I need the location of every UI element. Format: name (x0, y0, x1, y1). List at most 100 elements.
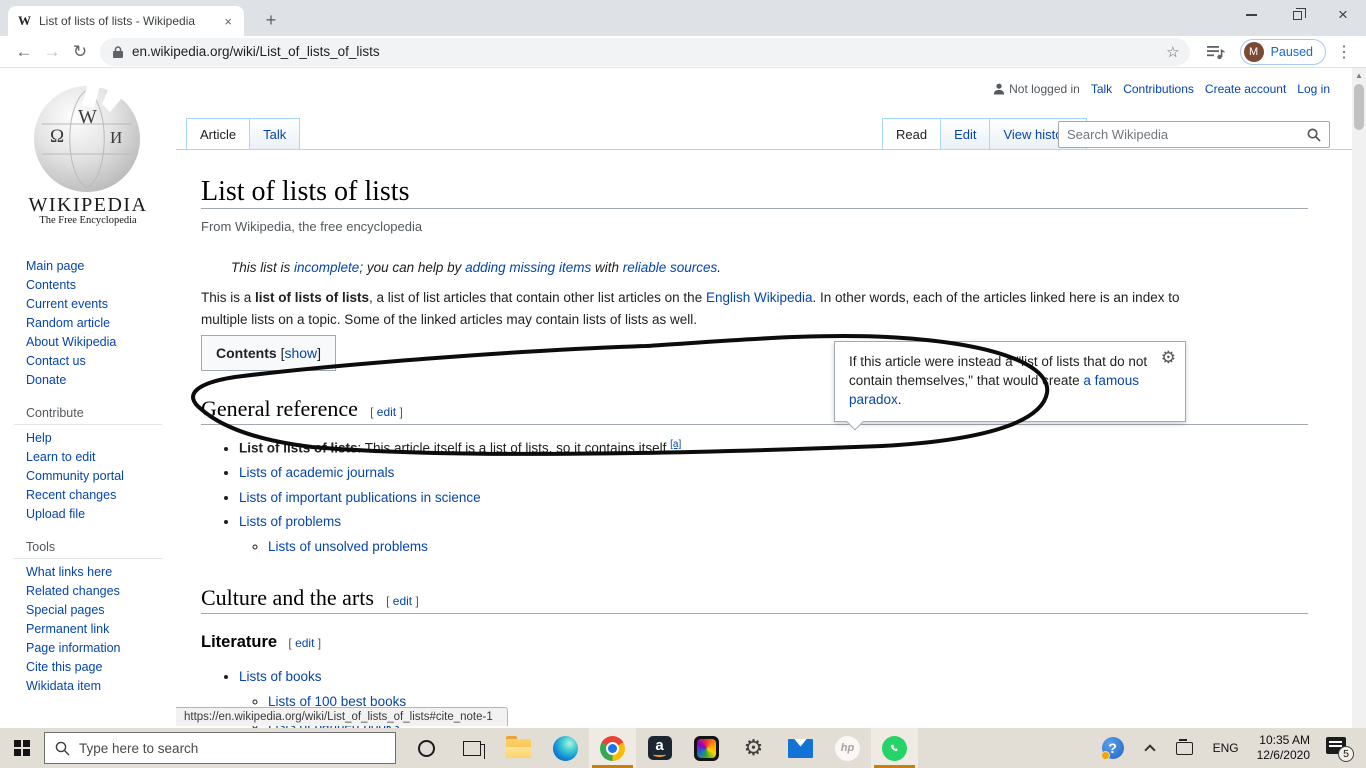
sidebar-item-permanent-link[interactable]: Permanent link (0, 620, 176, 639)
list-item[interactable]: Lists of important publications in scien… (239, 486, 1308, 511)
task-view-icon[interactable] (463, 741, 481, 756)
subsection-heading-literature: Literature [ edit ] (201, 632, 1308, 653)
whatsapp-phone-icon (887, 741, 902, 756)
scroll-up-arrow-icon[interactable]: ▲ (1352, 68, 1366, 80)
url-text: en.wikipedia.org/wiki/List_of_lists_of_l… (132, 44, 1166, 59)
language-indicator[interactable]: ENG (1213, 741, 1239, 755)
reload-button[interactable]: ↻ (66, 42, 94, 62)
start-button[interactable] (0, 728, 44, 768)
back-button[interactable]: ← (10, 42, 38, 62)
sidebar-item-related-changes[interactable]: Related changes (0, 582, 176, 601)
list-item[interactable]: Lists of problems Lists of unsolved prob… (239, 510, 1308, 559)
action-center-icon[interactable]: 5 (1326, 737, 1352, 759)
wikipedia-wordmark[interactable]: WIKIPEDIA (0, 194, 176, 217)
hp-icon[interactable]: hp (824, 728, 871, 768)
personal-talk-link[interactable]: Talk (1091, 82, 1112, 96)
settings-gear-icon[interactable]: ⚙ (730, 728, 777, 768)
profile-button[interactable]: M Paused (1240, 39, 1326, 65)
tab-talk[interactable]: Talk (249, 118, 300, 150)
edit-link-culture[interactable]: edit (393, 594, 412, 608)
edge-icon[interactable] (542, 728, 589, 768)
sidebar-item-community-portal[interactable]: Community portal (0, 467, 176, 486)
sidebar-item-contact-us[interactable]: Contact us (0, 352, 176, 371)
mail-icon[interactable] (777, 728, 824, 768)
sidebar-item-recent-changes[interactable]: Recent changes (0, 486, 176, 505)
incomplete-link[interactable]: incomplete (294, 260, 359, 275)
sidebar-item-random-article[interactable]: Random article (0, 314, 176, 333)
edit-link-general[interactable]: edit (377, 405, 396, 419)
user-icon (993, 83, 1005, 95)
chrome-icon[interactable] (589, 728, 636, 768)
media-controls-icon[interactable] (1206, 43, 1226, 61)
puzzle-game-icon[interactable] (683, 728, 730, 768)
sidebar-item-current-events[interactable]: Current events (0, 295, 176, 314)
tab-close-icon[interactable]: × (220, 14, 236, 29)
sidebar-item-help[interactable]: Help (0, 429, 176, 448)
edit-link-literature[interactable]: edit (295, 636, 314, 650)
personal-create-account-link[interactable]: Create account (1205, 82, 1286, 96)
tray-date: 12/6/2020 (1257, 748, 1310, 763)
sidebar-item-about-wikipedia[interactable]: About Wikipedia (0, 333, 176, 352)
wikipedia-globe-logo[interactable]: Ω W И (34, 86, 140, 192)
tray-time: 10:35 AM (1257, 733, 1310, 748)
whatsapp-icon[interactable] (871, 728, 918, 768)
sidebar-item-what-links-here[interactable]: What links here (0, 563, 176, 582)
sidebar-item-learn-to-edit[interactable]: Learn to edit (0, 448, 176, 467)
footnote-preview-tooltip: ⚙ If this article were instead a "list o… (834, 341, 1186, 422)
window-minimize-button[interactable] (1228, 0, 1274, 30)
adding-missing-items-link[interactable]: adding missing items (465, 260, 591, 275)
browser-menu-icon[interactable]: ⋮ (1332, 42, 1356, 62)
window-controls: × (1228, 0, 1366, 30)
touch-keyboard-icon[interactable] (1176, 742, 1193, 755)
sidebar-nav-group: Main page Contents Current events Random… (0, 257, 176, 390)
wiki-search-input[interactable] (1067, 127, 1307, 142)
help-tray-icon[interactable]: ? (1102, 737, 1124, 759)
english-wikipedia-link[interactable]: English Wikipedia (706, 290, 813, 305)
clock[interactable]: 10:35 AM 12/6/2020 (1257, 733, 1310, 763)
tab-read[interactable]: Read (882, 118, 940, 150)
file-explorer-icon[interactable] (495, 728, 542, 768)
sidebar-item-main-page[interactable]: Main page (0, 257, 176, 276)
search-icon[interactable] (1307, 128, 1321, 142)
wiki-search-box[interactable] (1058, 121, 1330, 148)
wikipedia-sidebar: Ω W И WIKIPEDIA The Free Encyclopedia Ma… (0, 68, 176, 728)
window-restore-button[interactable] (1274, 0, 1320, 30)
minimize-icon (1246, 14, 1257, 16)
view-tabs: Read Edit View history (882, 118, 1087, 150)
taskbar-search-box[interactable] (44, 732, 396, 764)
taskbar-search-input[interactable] (79, 741, 385, 756)
cortana-icon[interactable] (418, 740, 435, 757)
restore-icon (1293, 11, 1302, 20)
sidebar-item-special-pages[interactable]: Special pages (0, 601, 176, 620)
sidebar-contribute-group: Help Learn to edit Community portal Rece… (0, 429, 176, 524)
amazon-icon[interactable]: a (636, 728, 683, 768)
tooltip-settings-gear-icon[interactable]: ⚙ (1161, 349, 1176, 366)
namespace-tabs: Article Talk (186, 118, 300, 150)
forward-button[interactable]: → (38, 42, 66, 62)
new-tab-button[interactable]: + (258, 8, 284, 34)
browser-tab[interactable]: W List of lists of lists - Wikipedia × (8, 6, 244, 36)
personal-contributions-link[interactable]: Contributions (1123, 82, 1194, 96)
scrollbar[interactable]: ▲ (1352, 68, 1366, 728)
footnote-a-link[interactable]: [a] (670, 439, 681, 450)
reliable-sources-link[interactable]: reliable sources (623, 260, 718, 275)
sidebar-item-upload-file[interactable]: Upload file (0, 505, 176, 524)
windows-logo-icon (14, 740, 30, 756)
scrollbar-thumb[interactable] (1354, 84, 1364, 130)
sidebar-item-donate[interactable]: Donate (0, 371, 176, 390)
personal-login-link[interactable]: Log in (1297, 82, 1330, 96)
sidebar-item-page-information[interactable]: Page information (0, 639, 176, 658)
list-item[interactable]: Lists of unsolved problems (268, 535, 1308, 560)
sidebar-item-wikidata-item[interactable]: Wikidata item (0, 677, 176, 696)
tab-edit[interactable]: Edit (940, 118, 989, 150)
tray-expand-chevron-icon[interactable] (1144, 744, 1155, 755)
help-notification-dot (1101, 751, 1110, 760)
window-close-button[interactable]: × (1320, 0, 1366, 30)
tab-article[interactable]: Article (186, 118, 249, 150)
sidebar-item-contents[interactable]: Contents (0, 276, 176, 295)
sidebar-item-cite-this-page[interactable]: Cite this page (0, 658, 176, 677)
toc-show-link[interactable]: show (284, 345, 317, 361)
list-item[interactable]: Lists of academic journals (239, 461, 1308, 486)
address-bar[interactable]: en.wikipedia.org/wiki/List_of_lists_of_l… (100, 38, 1190, 66)
bookmark-star-icon[interactable]: ☆ (1166, 43, 1179, 61)
